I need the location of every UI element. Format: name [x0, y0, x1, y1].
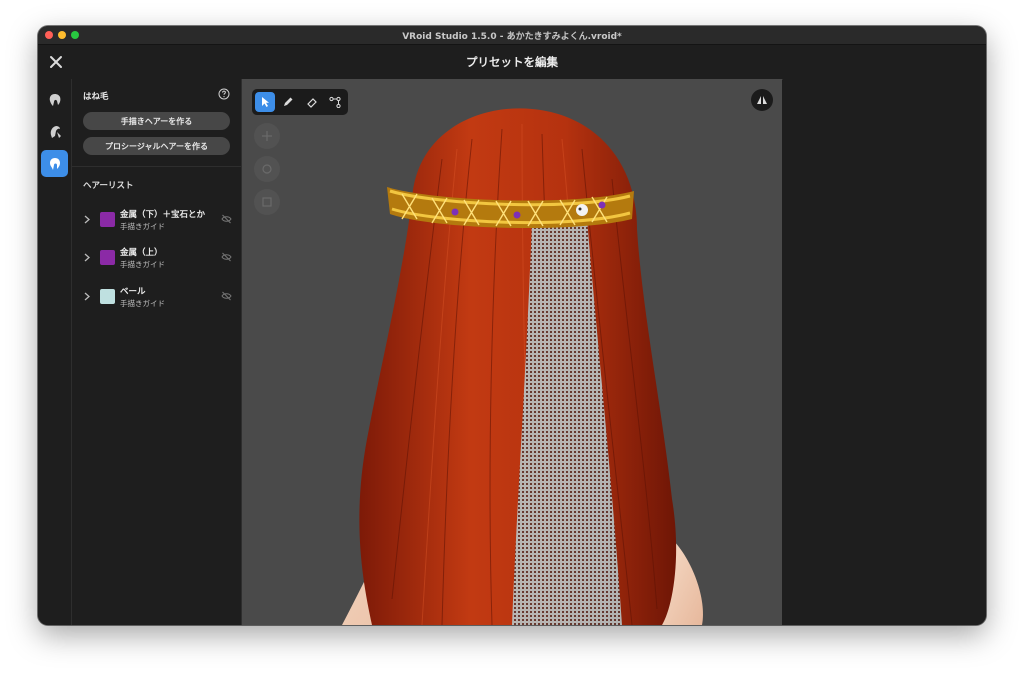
hair-color-swatch[interactable] — [100, 212, 115, 227]
window-title: VRoid Studio 1.5.0 - あかたきすみよくん.vroid* — [402, 32, 622, 42]
chevron-right-icon[interactable] — [83, 292, 91, 301]
right-panel — [783, 79, 986, 625]
eye-off-icon[interactable] — [221, 252, 232, 262]
hair-item-type: 手描きガイド — [120, 222, 165, 231]
character-model-render — [342, 108, 703, 625]
panel-title: はね毛 — [83, 92, 109, 102]
pen-icon — [284, 97, 293, 106]
hair-panel: はね毛 手描きヘアーを作る プロシージャルヘアーを作る ヘアーリスト 金属（下）… — [72, 79, 242, 625]
move-icon — [262, 131, 272, 141]
mirror-toggle-button[interactable] — [751, 89, 773, 111]
eye-off-icon[interactable] — [221, 214, 232, 224]
hair-color-swatch[interactable] — [100, 289, 115, 304]
hair-cut-icon — [50, 125, 61, 138]
close-icon — [50, 56, 62, 68]
hair-item-name: ベール — [120, 287, 146, 297]
select-cursor-icon — [262, 97, 269, 107]
select-tool-button[interactable] — [255, 92, 275, 112]
category-rail — [38, 79, 72, 625]
rail-item-hair[interactable] — [41, 86, 68, 113]
editor-header: プリセットを編集 — [38, 45, 986, 80]
hair-list-item[interactable]: ベール 手描きガイド — [72, 283, 241, 317]
rotate-view-button[interactable] — [254, 156, 280, 182]
hair-item-name: 金属（下）＋宝石とか — [120, 210, 206, 220]
close-editor-button[interactable] — [46, 52, 66, 72]
title-bar: VRoid Studio 1.5.0 - あかたきすみよくん.vroid* — [38, 26, 986, 45]
hair-list-item[interactable]: 金属（下）＋宝石とか 手描きガイド — [72, 206, 241, 240]
page-title: プリセットを編集 — [466, 55, 558, 69]
3d-viewport[interactable] — [242, 79, 782, 625]
move-view-button[interactable] — [254, 123, 280, 149]
panel-divider — [72, 166, 241, 167]
rail-item-hair-cut[interactable] — [41, 118, 68, 145]
edit-toolbar — [252, 89, 348, 115]
create-handdrawn-hair-button[interactable]: 手描きヘアーを作る — [83, 112, 230, 130]
help-icon[interactable] — [218, 88, 230, 100]
mirror-icon — [757, 96, 767, 104]
app-window: VRoid Studio 1.5.0 - あかたきすみよくん.vroid* プリ… — [38, 26, 986, 625]
rail-item-hair-strand[interactable] — [41, 150, 68, 177]
curve-edit-icon — [329, 96, 341, 108]
rotate-icon — [262, 164, 272, 174]
hair-item-type: 手描きガイド — [120, 260, 165, 269]
curve-edit-tool-button[interactable] — [325, 92, 345, 112]
hair-strand-icon — [49, 157, 60, 170]
hair-color-swatch[interactable] — [100, 250, 115, 265]
chevron-right-icon[interactable] — [83, 215, 91, 224]
hair-item-name: 金属（上） — [120, 248, 163, 258]
pen-tool-button[interactable] — [278, 92, 298, 112]
hair-list-title: ヘアーリスト — [83, 181, 134, 191]
eraser-icon — [307, 98, 317, 108]
hair-list-item[interactable]: 金属（上） 手描きガイド — [72, 244, 241, 278]
zoom-view-button[interactable] — [254, 189, 280, 215]
create-procedural-hair-button[interactable]: プロシージャルヘアーを作る — [83, 137, 230, 155]
eye-off-icon[interactable] — [221, 291, 232, 301]
zoom-icon — [262, 197, 272, 207]
eraser-tool-button[interactable] — [302, 92, 322, 112]
hair-icon — [49, 93, 60, 106]
hair-item-type: 手描きガイド — [120, 299, 165, 308]
chevron-right-icon[interactable] — [83, 253, 91, 262]
